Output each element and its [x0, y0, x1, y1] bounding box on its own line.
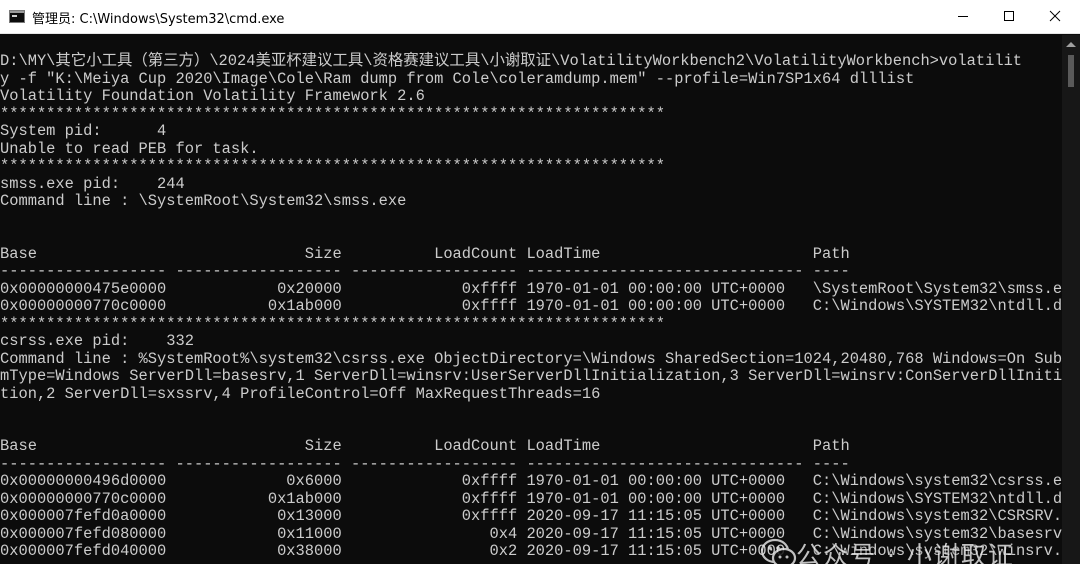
- terminal-line: mType=Windows ServerDll=basesrv,1 Server…: [0, 367, 1062, 385]
- terminal-line: ****************************************…: [0, 105, 665, 123]
- close-icon: [1049, 10, 1061, 22]
- terminal-line: System pid: 4: [0, 122, 167, 140]
- terminal-line: 0x00000000770c0000 0x1ab000 0xffff 1970-…: [0, 490, 1062, 508]
- wechat-logo-icon: [760, 538, 797, 564]
- terminal-line: y -f "K:\Meiya Cup 2020\Image\Cole\Ram d…: [0, 70, 915, 88]
- terminal-line: ****************************************…: [0, 157, 665, 175]
- window-title: 管理员: C:\Windows\System32\cmd.exe: [32, 12, 285, 27]
- cmd-icon[interactable]: [9, 10, 25, 23]
- terminal-output[interactable]: D:\MY\其它小工具（第三方）\2024美亚杯建议工具\资格赛建议工具\小谢取…: [0, 35, 1062, 564]
- scrollbar-thumb[interactable]: [1068, 55, 1074, 87]
- terminal-line: Unable to read PEB for task.: [0, 140, 259, 158]
- vertical-scrollbar[interactable]: [1062, 35, 1080, 564]
- cmd-window: 管理员: C:\Windows\System32\cmd.exe D:\MY\其…: [0, 0, 1080, 564]
- terminal-line: 0x00000000496d0000 0x6000 0xffff 1970-01…: [0, 472, 1062, 490]
- terminal-line: Command line : %SystemRoot%\system32\csr…: [0, 350, 1062, 368]
- terminal-line: csrss.exe pid: 332: [0, 332, 194, 350]
- terminal-line: ****************************************…: [0, 315, 665, 333]
- title-bar[interactable]: 管理员: C:\Windows\System32\cmd.exe: [0, 0, 1080, 34]
- minimize-icon: [958, 16, 968, 17]
- terminal-line: 0x000007fefd0a0000 0x13000 0xffff 2020-0…: [0, 507, 1062, 525]
- terminal-line: ------------------ ------------------ --…: [0, 262, 850, 280]
- terminal-line: ------------------ ------------------ --…: [0, 455, 850, 473]
- watermark: 公众号 · 小谢取证: [760, 533, 1060, 564]
- maximize-icon: [1004, 11, 1014, 21]
- terminal-line: 0x00000000475e0000 0x20000 0xffff 1970-0…: [0, 280, 1062, 298]
- watermark-text: 公众号 · 小谢取证: [796, 541, 1015, 564]
- terminal-line: Base Size LoadCount LoadTime Path: [0, 245, 850, 263]
- maximize-button[interactable]: [986, 0, 1032, 33]
- terminal-line: D:\MY\其它小工具（第三方）\2024美亚杯建议工具\资格赛建议工具\小谢取…: [0, 52, 1023, 70]
- minimize-button[interactable]: [940, 0, 986, 33]
- terminal-line: tion,2 ServerDll=sxssrv,4 ProfileControl…: [0, 385, 601, 403]
- terminal-line: Volatility Foundation Volatility Framewo…: [0, 87, 425, 105]
- close-button[interactable]: [1032, 0, 1078, 33]
- scroll-up-arrow-icon[interactable]: [1066, 42, 1076, 47]
- terminal-line: Command line : \SystemRoot\System32\smss…: [0, 192, 407, 210]
- terminal-line: 0x00000000770c0000 0x1ab000 0xffff 1970-…: [0, 297, 1062, 315]
- terminal-line: Base Size LoadCount LoadTime Path: [0, 437, 850, 455]
- terminal-line: smss.exe pid: 244: [0, 175, 185, 193]
